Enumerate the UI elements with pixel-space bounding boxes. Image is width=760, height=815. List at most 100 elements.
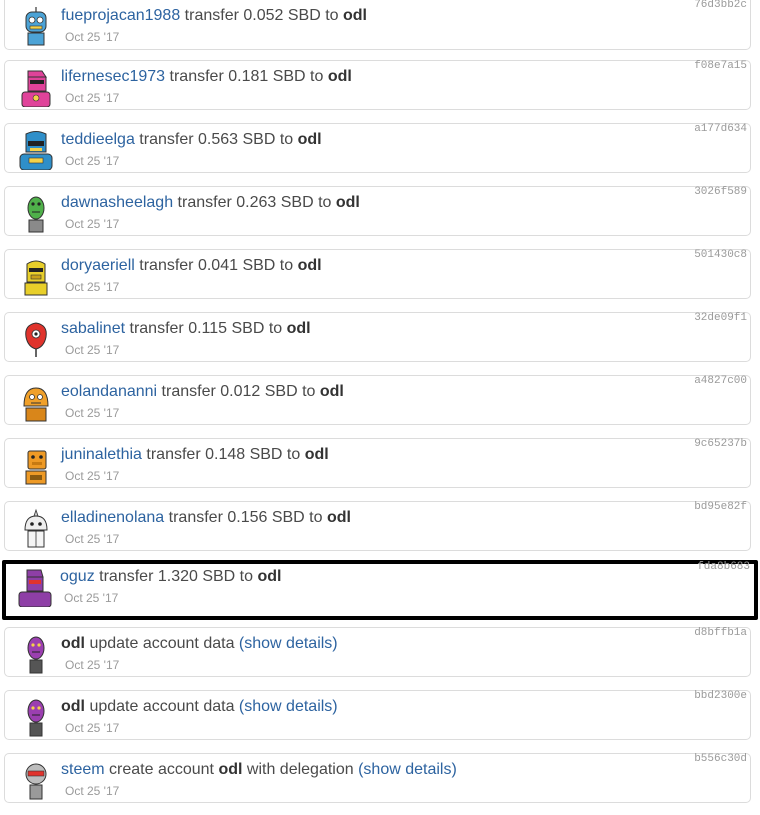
activity-row: steem create account odl with delegation…: [4, 753, 751, 803]
activity-date: Oct 25 '17: [64, 591, 119, 605]
target-account[interactable]: odl: [218, 761, 242, 778]
user-link[interactable]: juninalethia: [61, 446, 142, 463]
target-account[interactable]: odl: [298, 257, 322, 274]
transaction-hash[interactable]: d8bffb1a: [694, 627, 747, 639]
account-name[interactable]: odl: [61, 698, 85, 715]
activity-row: teddieelga transfer 0.563 SBD to odl Oct…: [4, 123, 751, 173]
activity-date: Oct 25 '17: [65, 469, 120, 483]
activity-date: Oct 25 '17: [65, 91, 120, 105]
robot-avatar-purple-icon[interactable]: [16, 634, 56, 674]
robot-avatar-purple-icon[interactable]: [16, 697, 56, 737]
activity-date: Oct 25 '17: [65, 343, 120, 357]
robot-avatar-blue-icon[interactable]: [16, 6, 56, 46]
activity-action: update account data: [89, 698, 235, 715]
activity-action: transfer 1.320 SBD to: [99, 568, 254, 585]
activity-row: lifernesec1973 transfer 0.181 SBD to odl…: [4, 60, 751, 110]
transaction-hash[interactable]: 501430c8: [694, 249, 747, 261]
target-account[interactable]: odl: [287, 320, 311, 337]
target-account[interactable]: odl: [328, 68, 352, 85]
show-details-link[interactable]: (show details): [239, 635, 338, 652]
robot-avatar-white-icon[interactable]: [16, 508, 56, 548]
user-link[interactable]: oguz: [60, 568, 95, 585]
transaction-hash[interactable]: bd95e82f: [694, 501, 747, 513]
user-link[interactable]: sabalinet: [61, 320, 125, 337]
activity-action: transfer 0.148 SBD to: [146, 446, 301, 463]
activity-text: steem create account odl with delegation…: [61, 761, 457, 779]
activity-text: dawnasheelagh transfer 0.263 SBD to odl: [61, 194, 360, 212]
activity-action-suffix: with delegation: [246, 761, 354, 778]
activity-row: juninalethia transfer 0.148 SBD to odl O…: [4, 438, 751, 488]
activity-action: create account: [109, 761, 214, 778]
activity-row: elladinenolana transfer 0.156 SBD to odl…: [4, 501, 751, 551]
activity-date: Oct 25 '17: [65, 658, 120, 672]
robot-avatar-gray-icon[interactable]: [16, 760, 56, 800]
activity-text: oguz transfer 1.320 SBD to odl: [60, 568, 281, 586]
transaction-hash[interactable]: 9c65237b: [694, 438, 747, 450]
user-link[interactable]: teddieelga: [61, 131, 135, 148]
activity-text: odl update account data (show details): [61, 698, 338, 716]
activity-date: Oct 25 '17: [65, 154, 120, 168]
transaction-hash[interactable]: 3026f589: [694, 186, 747, 198]
activity-text: eolandananni transfer 0.012 SBD to odl: [61, 383, 344, 401]
activity-text: juninalethia transfer 0.148 SBD to odl: [61, 446, 329, 464]
target-account[interactable]: odl: [336, 194, 360, 211]
activity-text: odl update account data (show details): [61, 635, 338, 653]
account-name[interactable]: odl: [61, 635, 85, 652]
user-link[interactable]: steem: [61, 761, 105, 778]
transaction-hash[interactable]: 76d3bb2c: [694, 0, 747, 11]
user-link[interactable]: doryaeriell: [61, 257, 135, 274]
activity-text: sabalinet transfer 0.115 SBD to odl: [61, 320, 311, 338]
transaction-hash[interactable]: a4827c00: [694, 375, 747, 387]
robot-avatar-pink-icon[interactable]: [16, 67, 56, 107]
activity-action: transfer 0.263 SBD to: [177, 194, 332, 211]
target-account[interactable]: odl: [305, 446, 329, 463]
robot-avatar-red-icon[interactable]: [16, 319, 56, 359]
activity-action: transfer 0.041 SBD to: [139, 257, 294, 274]
user-link[interactable]: fueprojacan1988: [61, 7, 180, 24]
activity-action: update account data: [89, 635, 235, 652]
activity-text: lifernesec1973 transfer 0.181 SBD to odl: [61, 68, 352, 86]
transaction-hash[interactable]: 32de09f1: [694, 312, 747, 324]
activity-action: transfer 0.052 SBD to: [184, 7, 339, 24]
transaction-hash[interactable]: fda8b683: [697, 561, 750, 573]
activity-row: fueprojacan1988 transfer 0.052 SBD to od…: [4, 0, 751, 50]
robot-avatar-blue-icon[interactable]: [16, 130, 56, 170]
activity-date: Oct 25 '17: [65, 280, 120, 294]
target-account[interactable]: odl: [320, 383, 344, 400]
robot-avatar-yellow-icon[interactable]: [16, 256, 56, 296]
activity-date: Oct 25 '17: [65, 532, 120, 546]
robot-avatar-green-icon[interactable]: [16, 193, 56, 233]
robot-avatar-orange-icon[interactable]: [16, 382, 56, 422]
user-link[interactable]: lifernesec1973: [61, 68, 165, 85]
user-link[interactable]: dawnasheelagh: [61, 194, 173, 211]
activity-text: fueprojacan1988 transfer 0.052 SBD to od…: [61, 7, 367, 25]
activity-date: Oct 25 '17: [65, 217, 120, 231]
transaction-hash[interactable]: f08e7a15: [694, 60, 747, 72]
activity-row: doryaeriell transfer 0.041 SBD to odl Oc…: [4, 249, 751, 299]
transaction-hash[interactable]: b556c30d: [694, 753, 747, 765]
activity-row: odl update account data (show details) O…: [4, 690, 751, 740]
robot-avatar-purple-icon[interactable]: [15, 567, 55, 607]
activity-action: transfer 0.563 SBD to: [139, 131, 294, 148]
activity-row-highlighted: oguz transfer 1.320 SBD to odl Oct 25 '1…: [2, 560, 758, 620]
activity-row: sabalinet transfer 0.115 SBD to odl Oct …: [4, 312, 751, 362]
user-link[interactable]: eolandananni: [61, 383, 157, 400]
activity-date: Oct 25 '17: [65, 721, 120, 735]
activity-date: Oct 25 '17: [65, 406, 120, 420]
activity-action: transfer 0.115 SBD to: [129, 320, 283, 337]
show-details-link[interactable]: (show details): [358, 761, 457, 778]
activity-date: Oct 25 '17: [65, 30, 120, 44]
robot-avatar-orange-icon[interactable]: [16, 445, 56, 485]
show-details-link[interactable]: (show details): [239, 698, 338, 715]
user-link[interactable]: elladinenolana: [61, 509, 164, 526]
target-account[interactable]: odl: [298, 131, 322, 148]
transaction-hash[interactable]: a177d634: [694, 123, 747, 135]
activity-row: eolandananni transfer 0.012 SBD to odl O…: [4, 375, 751, 425]
transaction-hash[interactable]: bbd2300e: [694, 690, 747, 702]
target-account[interactable]: odl: [343, 7, 367, 24]
target-account[interactable]: odl: [257, 568, 281, 585]
activity-action: transfer 0.012 SBD to: [161, 383, 316, 400]
target-account[interactable]: odl: [327, 509, 351, 526]
activity-action: transfer 0.181 SBD to: [169, 68, 324, 85]
activity-text: elladinenolana transfer 0.156 SBD to odl: [61, 509, 351, 527]
